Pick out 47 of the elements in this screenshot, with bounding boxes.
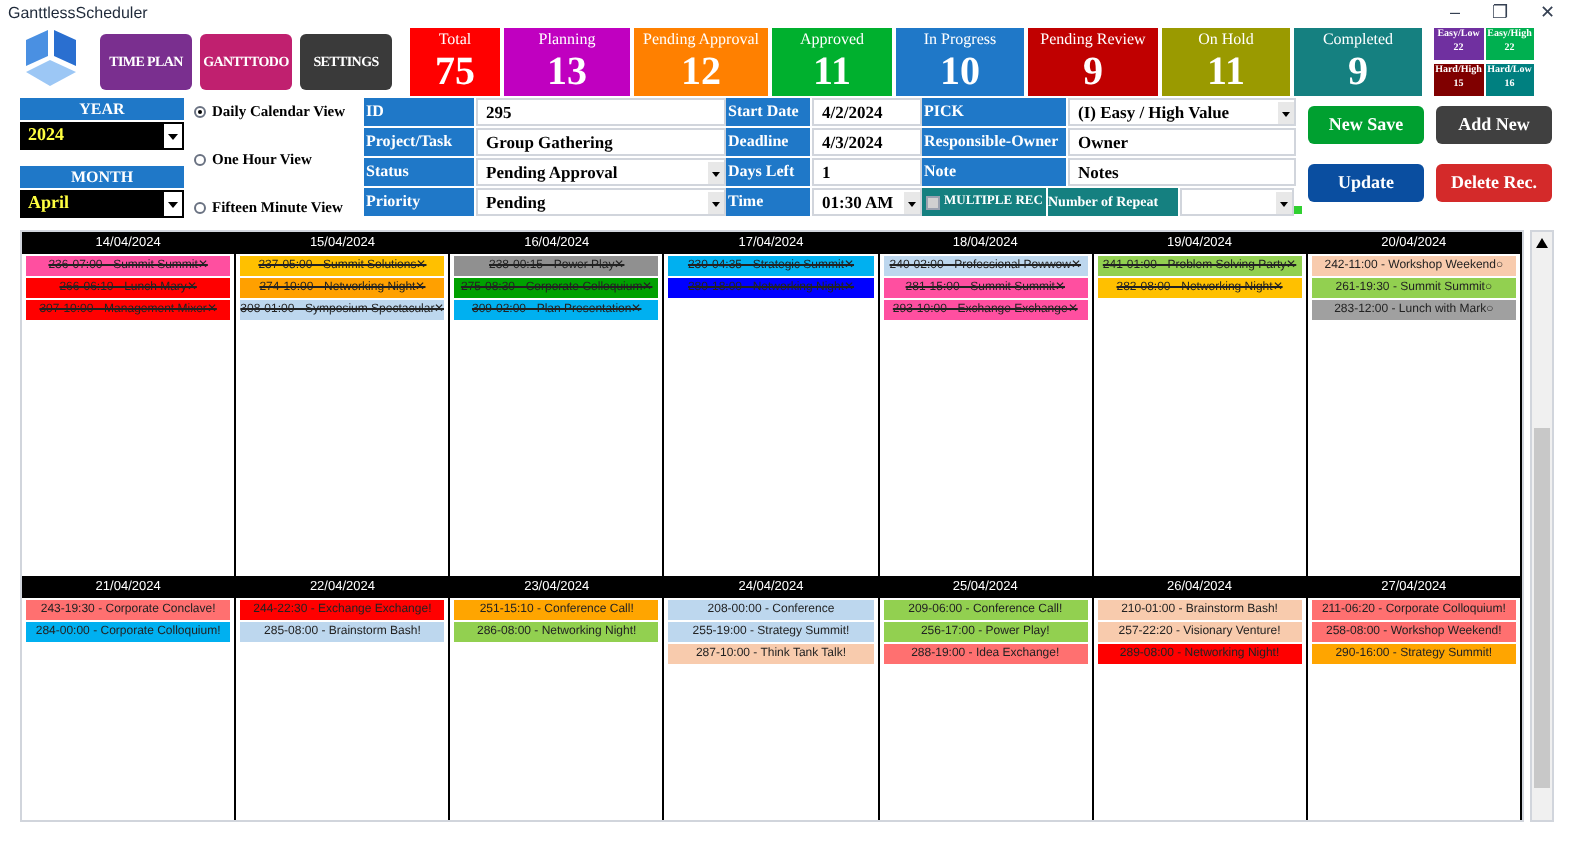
scrollbar[interactable] <box>1530 230 1554 822</box>
restore-icon[interactable]: ❐ <box>1492 0 1508 28</box>
action-button[interactable]: Update <box>1308 164 1424 202</box>
select-field[interactable]: (I) Easy / High Value <box>1068 98 1296 126</box>
stat-tile: Completed 9 <box>1294 28 1422 96</box>
input-field[interactable]: Notes <box>1068 158 1296 186</box>
month-select[interactable]: April <box>20 190 184 218</box>
input-field[interactable]: 295 <box>476 98 726 126</box>
select-field[interactable]: 01:30 AM <box>812 188 922 216</box>
input-field[interactable]: 4/2/2024 <box>812 98 922 126</box>
field-label: ID <box>364 98 474 126</box>
radio-button[interactable] <box>194 154 206 166</box>
stat-tile: Pending Review 9 <box>1028 28 1158 96</box>
stat-tile: Total 75 <box>410 28 500 96</box>
input-field[interactable]: 1 <box>812 158 922 186</box>
select-field[interactable] <box>1180 188 1294 216</box>
input-field[interactable]: Group Gathering <box>476 128 726 156</box>
field-label: Deadline <box>726 128 810 156</box>
action-button[interactable]: Add New <box>1436 106 1552 144</box>
stat-tile: In Progress 10 <box>896 28 1024 96</box>
stat-tile: On Hold 11 <box>1162 28 1290 96</box>
radio-button[interactable] <box>194 202 206 214</box>
field-label: Note <box>922 158 1066 186</box>
radio-button[interactable] <box>194 106 206 118</box>
field-label: Priority <box>364 188 474 216</box>
scroll-up-icon[interactable] <box>1536 238 1548 248</box>
action-button[interactable]: Delete Rec. <box>1436 164 1552 202</box>
input-field[interactable]: 4/3/2024 <box>812 128 922 156</box>
select-field[interactable]: Pending Approval <box>476 158 726 186</box>
year-select[interactable]: 2024 <box>20 122 184 150</box>
field-label: Status <box>364 158 474 186</box>
field-label: Responsible-Owner <box>922 128 1066 156</box>
stat-tile: Pending Approval 12 <box>634 28 768 96</box>
stat-tile: Approved 11 <box>772 28 892 96</box>
stat-tile: Planning 13 <box>504 28 630 96</box>
select-field[interactable]: Pending <box>476 188 726 216</box>
window-title: GanttlessScheduler <box>8 2 148 26</box>
field-label: Project/Task <box>364 128 474 156</box>
input-field[interactable]: Owner <box>1068 128 1296 156</box>
year-label: YEAR <box>20 98 184 120</box>
close-icon[interactable]: ✕ <box>1540 0 1556 28</box>
field-label: Start Date <box>726 98 810 126</box>
month-label: MONTH <box>20 166 184 188</box>
minimize-icon[interactable]: – <box>1449 0 1460 28</box>
field-label: Days Left <box>726 158 810 186</box>
field-label: Time <box>726 188 810 216</box>
field-label: PICK <box>922 98 1066 126</box>
